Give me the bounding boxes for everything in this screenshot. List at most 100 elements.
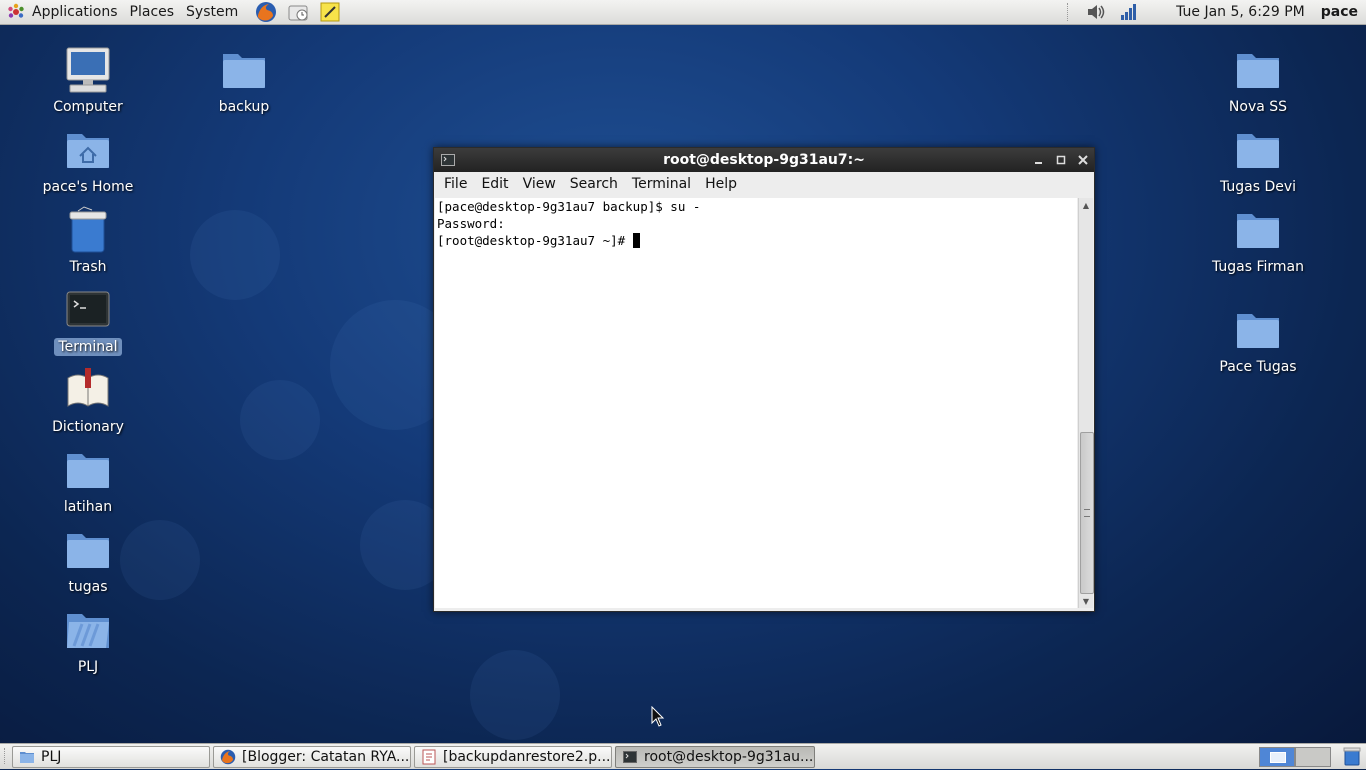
dictionary-icon xyxy=(64,366,112,414)
desktop-icon-tugas[interactable]: tugas xyxy=(28,526,148,596)
desktop-icon-dictionary[interactable]: Dictionary xyxy=(28,366,148,436)
firefox-icon[interactable] xyxy=(254,0,278,24)
taskbar-item-label: [Blogger: Catatan RYA... xyxy=(242,749,410,765)
desktop-icon-plj[interactable]: PLJ xyxy=(28,606,148,676)
folder-icon xyxy=(64,606,112,654)
document-icon xyxy=(421,749,437,765)
folder-icon xyxy=(1234,306,1282,354)
user-menu[interactable]: pace xyxy=(1317,4,1366,20)
terminal-icon xyxy=(64,286,112,334)
evolution-clock-icon[interactable] xyxy=(286,0,310,24)
close-button[interactable] xyxy=(1072,149,1094,171)
desktop-icon-latihan[interactable]: latihan xyxy=(28,446,148,516)
menu-help[interactable]: Help xyxy=(699,176,743,192)
background-bokeh xyxy=(190,210,280,300)
trash-icon[interactable] xyxy=(1342,746,1362,770)
notes-icon[interactable] xyxy=(318,0,342,24)
background-bokeh xyxy=(240,380,320,460)
folder-icon xyxy=(220,46,268,94)
terminal-icon[interactable] xyxy=(440,152,456,168)
computer-icon xyxy=(64,46,112,94)
gnome-foot-icon xyxy=(6,0,26,24)
desktop-icon-label: Dictionary xyxy=(52,419,124,435)
clock[interactable]: Tue Jan 5, 6:29 PM xyxy=(1164,4,1317,20)
home-folder-icon xyxy=(64,126,112,174)
menu-edit[interactable]: Edit xyxy=(475,176,514,192)
desktop-icon-label: Terminal xyxy=(54,338,122,356)
terminal-menubar: File Edit View Search Terminal Help xyxy=(434,172,1094,196)
bottom-panel: PLJ [Blogger: Catatan RYA... [backupdanr… xyxy=(0,743,1366,769)
maximize-icon xyxy=(1056,155,1066,165)
top-panel: Applications Places System Tue Jan 5, 6:… xyxy=(0,0,1366,25)
scroll-down-arrow-icon[interactable]: ▼ xyxy=(1079,594,1093,608)
desktop-icon-label: pace's Home xyxy=(42,179,134,195)
menu-terminal[interactable]: Terminal xyxy=(626,176,697,192)
folder-icon xyxy=(64,526,112,574)
text-cursor xyxy=(632,233,640,248)
desktop-icon-nova-ss[interactable]: Nova SS xyxy=(1198,46,1318,116)
applications-menu[interactable]: Applications xyxy=(26,0,124,24)
background-bokeh xyxy=(470,650,560,740)
terminal-window: root@desktop-9g31au7:~ File Edit View Se… xyxy=(433,147,1095,612)
terminal-prompt: [root@desktop-9g31au7 ~]# xyxy=(437,233,633,248)
menu-search[interactable]: Search xyxy=(564,176,624,192)
window-title: root@desktop-9g31au7:~ xyxy=(663,152,865,168)
minimize-icon xyxy=(1035,162,1042,164)
taskbar-item-plj[interactable]: PLJ xyxy=(12,746,210,768)
panel-separator xyxy=(1067,3,1070,21)
volume-icon[interactable] xyxy=(1084,0,1108,24)
folder-icon xyxy=(1234,46,1282,94)
desktop-icon-label: PLJ xyxy=(77,659,99,675)
taskbar-item-terminal[interactable]: root@desktop-9g31au... xyxy=(615,746,815,768)
menu-view[interactable]: View xyxy=(517,176,562,192)
desktop-icon-label: Trash xyxy=(69,259,107,275)
grip-icon xyxy=(1084,509,1090,517)
desktop-icon-label: Computer xyxy=(53,99,123,115)
folder-icon xyxy=(19,749,35,765)
desktop-icon-tugas-devi[interactable]: Tugas Devi xyxy=(1198,126,1318,196)
desktop-icon-label: Tugas Devi xyxy=(1219,179,1297,195)
folder-icon xyxy=(1234,126,1282,174)
firefox-icon xyxy=(220,749,236,765)
mouse-pointer-icon xyxy=(651,706,665,727)
terminal-output[interactable]: [pace@desktop-9g31au7 backup]$ su - Pass… xyxy=(435,198,1077,608)
desktop-icon-label: Nova SS xyxy=(1228,99,1288,115)
taskbar-item-label: [backupdanrestore2.p... xyxy=(443,749,611,765)
maximize-button[interactable] xyxy=(1050,149,1072,171)
folder-icon xyxy=(1234,206,1282,254)
close-icon xyxy=(1078,155,1088,165)
places-menu[interactable]: Places xyxy=(124,0,181,24)
terminal-line: [pace@desktop-9g31au7 backup]$ su - xyxy=(437,199,701,214)
terminal-prompt-line: [root@desktop-9g31au7 ~]# xyxy=(435,232,1077,249)
scroll-up-arrow-icon[interactable]: ▲ xyxy=(1079,198,1093,212)
folder-icon xyxy=(64,446,112,494)
taskbar-item-label: PLJ xyxy=(41,749,62,765)
system-menu[interactable]: System xyxy=(180,0,244,24)
trash-icon xyxy=(64,206,112,254)
desktop-icon-computer[interactable]: Computer xyxy=(28,46,148,116)
panel-handle xyxy=(4,748,7,764)
desktop-icon-pace-tugas[interactable]: Pace Tugas xyxy=(1198,306,1318,376)
taskbar-item-label: root@desktop-9g31au... xyxy=(644,749,814,765)
network-signal-icon[interactable] xyxy=(1116,0,1140,24)
desktop-icon-trash[interactable]: Trash xyxy=(28,206,148,276)
taskbar-item-blogger[interactable]: [Blogger: Catatan RYA... xyxy=(213,746,411,768)
minimize-button[interactable] xyxy=(1028,149,1050,171)
desktop-icon-home[interactable]: pace's Home xyxy=(28,126,148,196)
terminal-icon xyxy=(622,749,638,765)
workspace-1[interactable] xyxy=(1259,747,1295,767)
desktop-icon-label: backup xyxy=(218,99,270,115)
scrollbar-thumb[interactable] xyxy=(1080,432,1094,594)
workspace-window-thumbnail xyxy=(1270,752,1286,763)
window-titlebar[interactable]: root@desktop-9g31au7:~ xyxy=(434,148,1094,172)
taskbar-item-backupdanrestore[interactable]: [backupdanrestore2.p... xyxy=(414,746,612,768)
desktop-icon-terminal[interactable]: Terminal xyxy=(28,286,148,356)
vertical-scrollbar[interactable]: ▲ ▼ xyxy=(1078,198,1094,608)
menu-file[interactable]: File xyxy=(438,176,473,192)
terminal-line: Password: xyxy=(437,216,505,231)
desktop-icon-label: latihan xyxy=(63,499,113,515)
desktop-icon-backup[interactable]: backup xyxy=(184,46,304,116)
desktop-icon-label: tugas xyxy=(68,579,108,595)
desktop-icon-tugas-firman[interactable]: Tugas Firman xyxy=(1198,206,1318,276)
workspace-2[interactable] xyxy=(1295,747,1331,767)
